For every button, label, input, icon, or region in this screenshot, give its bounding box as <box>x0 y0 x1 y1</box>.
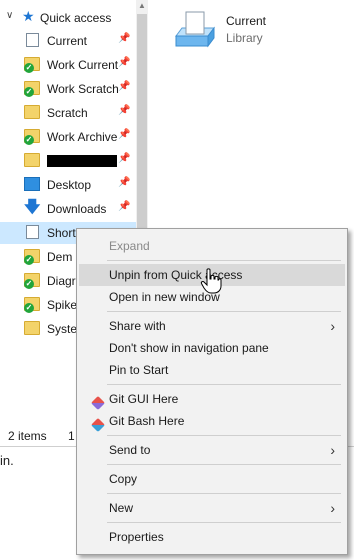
pin-icon: 📌 <box>118 153 131 164</box>
pin-icon: 📌 <box>118 105 131 116</box>
menu-item-label: New <box>109 501 134 515</box>
menu-item-share-with[interactable]: Share with › <box>79 315 345 337</box>
downloads-icon: 🡇 <box>24 199 41 216</box>
menu-item-pin-start[interactable]: Pin to Start <box>79 359 345 381</box>
menu-separator <box>107 464 341 465</box>
library-icon <box>26 33 39 47</box>
menu-item-label: Don't show in navigation pane <box>109 341 269 355</box>
chevron-right-icon: › <box>330 500 335 516</box>
nav-item-work-scratch[interactable]: ✓ Work Scratch 📌 <box>0 78 136 100</box>
folder-sync-icon: ✓ <box>24 297 40 313</box>
pin-icon: 📌 <box>118 201 131 212</box>
menu-item-label: Git GUI Here <box>109 392 179 406</box>
folder-icon <box>24 105 40 119</box>
nav-item-label: Downloads <box>47 202 107 216</box>
nav-item-label: Dem <box>47 250 73 264</box>
nav-item-label: Work Archive <box>47 130 118 144</box>
chevron-right-icon: › <box>330 318 335 334</box>
menu-item-new[interactable]: New › <box>79 497 345 519</box>
library-type: Library <box>226 31 263 45</box>
quick-access-label: Quick access <box>40 11 112 25</box>
desktop-icon <box>24 177 40 191</box>
menu-item-label: Send to <box>109 443 151 457</box>
git-gui-icon <box>85 392 106 411</box>
star-icon: ★ <box>22 8 35 24</box>
menu-item-expand[interactable]: Expand <box>79 235 345 257</box>
chevron-down-icon[interactable]: ∨ <box>6 10 16 21</box>
nav-item-label: Current <box>47 34 88 48</box>
menu-separator <box>107 522 341 523</box>
menu-item-label: Copy <box>109 472 138 486</box>
nav-item-label: Spike <box>47 298 78 312</box>
menu-item-label: Pin to Start <box>109 363 169 377</box>
library-icon <box>175 11 215 48</box>
nav-item-redacted[interactable]: 📌 <box>0 150 136 172</box>
folder-sync-icon: ✓ <box>24 129 40 145</box>
quick-access-node[interactable]: ∨ ★ Quick access <box>0 8 136 28</box>
pin-icon: 📌 <box>118 57 131 68</box>
library-name: Current <box>226 14 267 28</box>
menu-separator <box>107 260 341 261</box>
menu-item-label: Unpin from Quick access <box>109 268 243 282</box>
hand-cursor-icon <box>200 268 222 294</box>
pin-icon: 📌 <box>118 81 131 92</box>
nav-item-desktop[interactable]: Desktop 📌 <box>0 174 136 196</box>
nav-item-label: Work Current <box>47 58 119 72</box>
nav-item-current[interactable]: Current 📌 <box>0 30 136 52</box>
menu-item-label: Git Bash Here <box>109 414 185 428</box>
menu-item-label: Share with <box>109 319 166 333</box>
git-bash-icon <box>85 414 106 433</box>
menu-item-send-to[interactable]: Send to › <box>79 439 345 461</box>
nav-item-work-current[interactable]: ✓ Work Current 📌 <box>0 54 136 76</box>
nav-item-label: Diagr <box>47 274 76 288</box>
scroll-up-arrow-icon[interactable]: ▲ <box>137 0 147 12</box>
menu-item-copy[interactable]: Copy <box>79 468 345 490</box>
folder-sync-icon: ✓ <box>24 249 40 265</box>
nav-item-label: Work Scratch <box>47 82 119 96</box>
menu-item-label: Properties <box>109 530 164 544</box>
menu-item-properties[interactable]: Properties <box>79 526 345 548</box>
folder-sync-icon: ✓ <box>24 273 40 289</box>
folder-sync-icon: ✓ <box>24 57 40 73</box>
menu-item-label: Expand <box>109 239 150 253</box>
library-icon <box>26 225 39 239</box>
nav-item-scratch[interactable]: Scratch 📌 <box>0 102 136 124</box>
nav-item-label: Syste <box>47 322 78 336</box>
nav-item-label: Short <box>47 226 76 240</box>
menu-separator <box>107 493 341 494</box>
pin-icon: 📌 <box>118 177 131 188</box>
menu-item-git-gui[interactable]: Git GUI Here <box>79 388 345 411</box>
menu-item-git-bash[interactable]: Git Bash Here <box>79 410 345 433</box>
folder-sync-icon: ✓ <box>24 81 40 97</box>
chevron-right-icon: › <box>330 442 335 458</box>
status-item-count: 2 items <box>8 429 47 443</box>
background-text: in. <box>0 453 14 468</box>
menu-separator <box>107 384 341 385</box>
menu-separator <box>107 435 341 436</box>
status-selected-count: 1 <box>68 429 75 443</box>
folder-icon <box>24 321 40 335</box>
nav-item-downloads[interactable]: 🡇 Downloads 📌 <box>0 198 136 220</box>
menu-separator <box>107 311 341 312</box>
nav-item-label: Desktop <box>47 178 92 192</box>
menu-item-dont-show[interactable]: Don't show in navigation pane <box>79 337 345 359</box>
nav-item-label: Scratch <box>47 106 88 120</box>
pin-icon: 📌 <box>118 33 131 44</box>
pin-icon: 📌 <box>118 129 131 140</box>
redacted-label <box>47 155 117 167</box>
nav-item-work-archive[interactable]: ✓ Work Archive 📌 <box>0 126 136 148</box>
folder-icon <box>24 153 40 167</box>
